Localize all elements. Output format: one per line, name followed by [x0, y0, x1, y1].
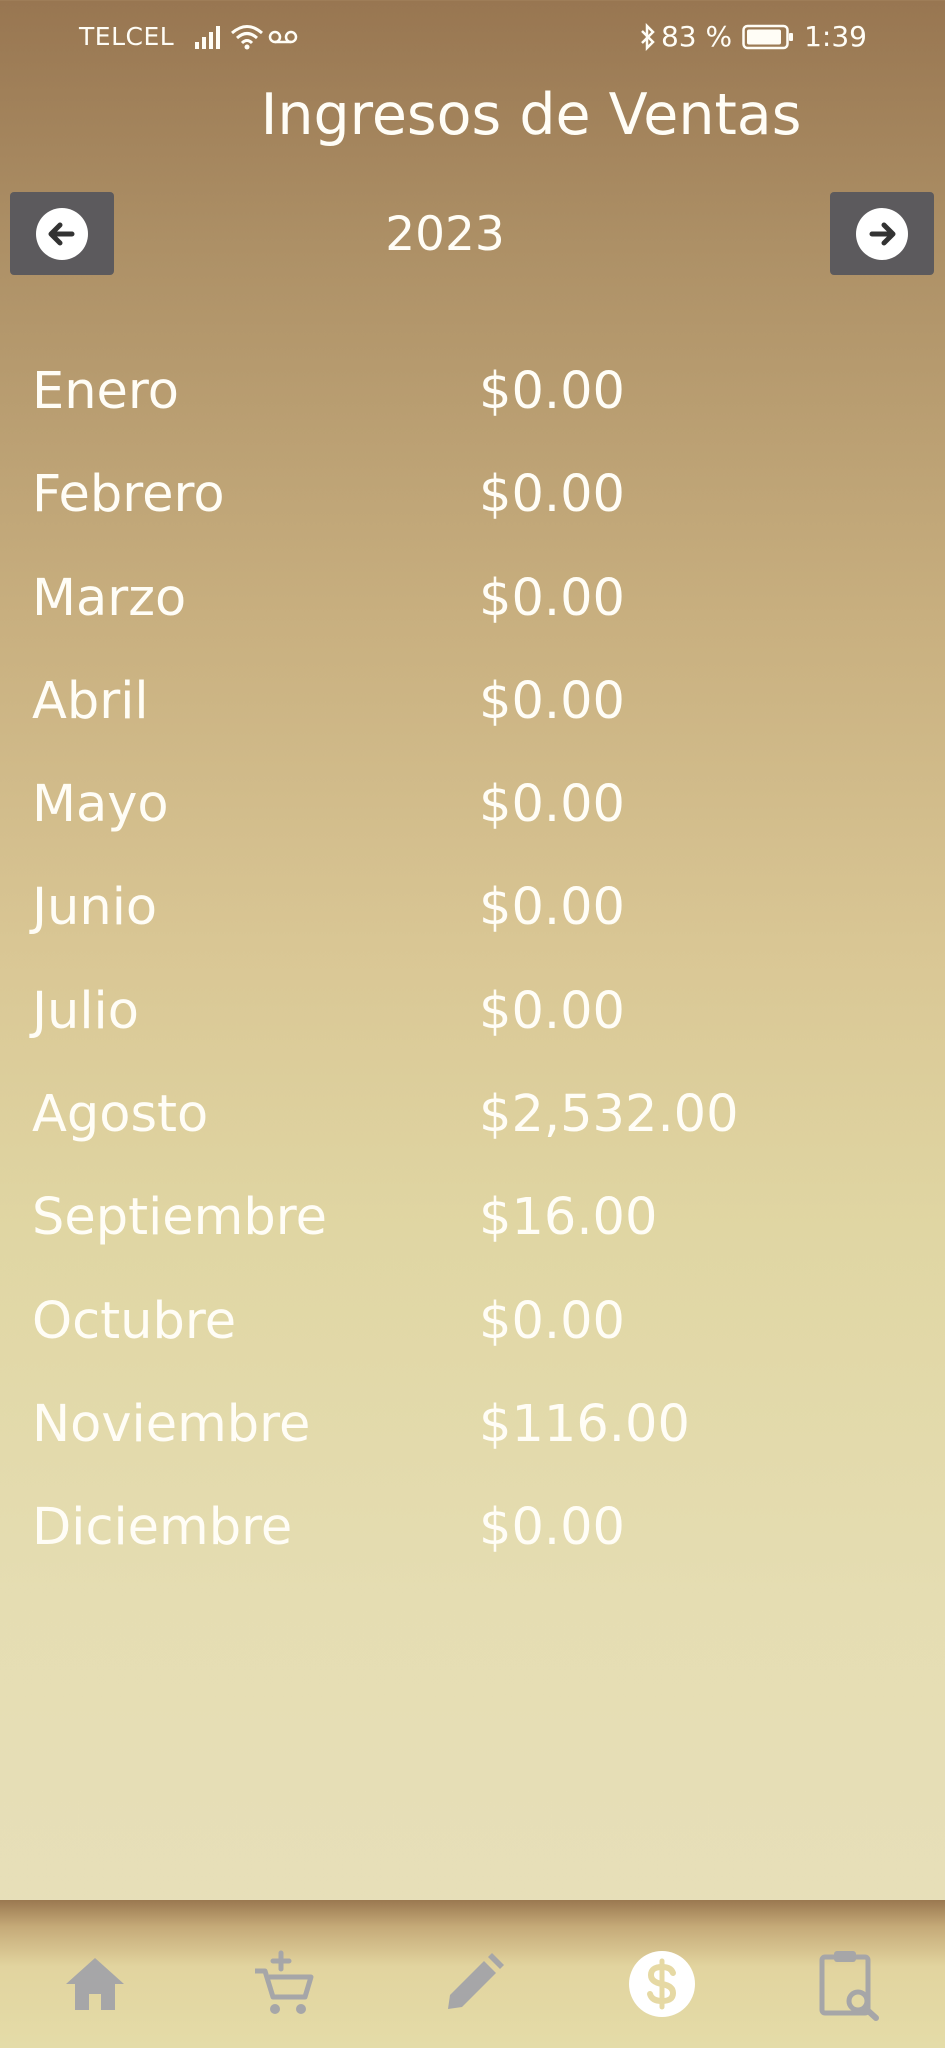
nav-add-to-cart[interactable]: [189, 1900, 378, 2048]
home-icon: [65, 1958, 124, 2010]
list-item: Mayo $0.00: [0, 763, 945, 866]
month-name: Septiembre: [32, 1188, 327, 1248]
battery-icon: [742, 24, 794, 49]
month-amount: $2,532.00: [479, 1085, 739, 1145]
list-item: Abril $0.00: [0, 660, 945, 763]
battery-percent: 83 %: [660, 20, 733, 53]
month-name: Febrero: [32, 465, 225, 525]
signal-icon: [195, 25, 221, 49]
month-amount: $0.00: [479, 775, 626, 835]
dollar-icon: [628, 1951, 695, 2017]
list-item: Febrero $0.00: [0, 453, 945, 556]
month-name: Agosto: [32, 1085, 209, 1145]
clock: 1:39: [804, 20, 867, 53]
add-to-cart-icon: [254, 1950, 313, 2014]
month-name: Diciembre: [32, 1498, 293, 1558]
bluetooth-icon: [641, 22, 655, 51]
month-amount: $116.00: [479, 1394, 690, 1454]
list-item: Agosto $2,532.00: [0, 1073, 945, 1176]
month-name: Enero: [32, 362, 179, 421]
month-amount: $0.00: [479, 362, 626, 421]
status-left: TELCEL: [79, 22, 298, 51]
month-name: Junio: [32, 878, 158, 938]
list-item: Diciembre $0.00: [0, 1486, 945, 1589]
page-title: Ingresos de Ventas: [260, 82, 802, 148]
month-amount: $0.00: [479, 1498, 626, 1558]
month-name: Abril: [32, 671, 149, 731]
month-amount: $0.00: [479, 465, 626, 525]
month-name: Marzo: [32, 568, 187, 628]
arrow-right-icon: [856, 207, 908, 260]
month-amount: $0.00: [479, 981, 626, 1041]
nav-sales-income[interactable]: [567, 1900, 756, 2048]
pencil-icon: [447, 1953, 504, 2009]
list-item: Octubre $0.00: [0, 1280, 945, 1383]
list-item: Julio $0.00: [0, 970, 945, 1073]
status-right: 83 % 1:39: [639, 20, 867, 53]
list-item: Marzo $0.00: [0, 557, 945, 660]
nav-home[interactable]: [0, 1900, 189, 2048]
bottom-navigation: [0, 1900, 945, 2048]
nav-reports[interactable]: [756, 1900, 945, 2048]
status-bar: TELCEL 83 % 1:39: [0, 0, 945, 72]
month-amount: $0.00: [479, 878, 626, 938]
list-item: Enero $0.00: [0, 350, 945, 453]
month-amount: $16.00: [479, 1188, 658, 1248]
list-item: Noviembre $116.00: [0, 1383, 945, 1486]
next-year-button[interactable]: [830, 192, 934, 275]
monthly-income-list: Enero $0.00 Febrero $0.00 Marzo $0.00 Ab…: [0, 350, 945, 1590]
voicemail-icon: [268, 30, 298, 43]
wifi-icon: [231, 24, 264, 49]
list-item: Junio $0.00: [0, 866, 945, 969]
selected-year: 2023: [385, 207, 505, 262]
month-amount: $0.00: [479, 568, 626, 628]
month-name: Octubre: [32, 1291, 237, 1351]
month-amount: $0.00: [479, 1291, 626, 1351]
month-amount: $0.00: [479, 671, 626, 731]
carrier-name: TELCEL: [79, 22, 175, 51]
previous-year-button[interactable]: [10, 192, 114, 275]
month-name: Mayo: [32, 775, 169, 835]
month-name: Julio: [32, 981, 139, 1041]
month-name: Noviembre: [32, 1394, 311, 1454]
arrow-left-icon: [36, 207, 88, 260]
clipboard-search-icon: [819, 1951, 879, 2021]
list-item: Septiembre $16.00: [0, 1176, 945, 1279]
nav-edit[interactable]: [378, 1900, 567, 2048]
